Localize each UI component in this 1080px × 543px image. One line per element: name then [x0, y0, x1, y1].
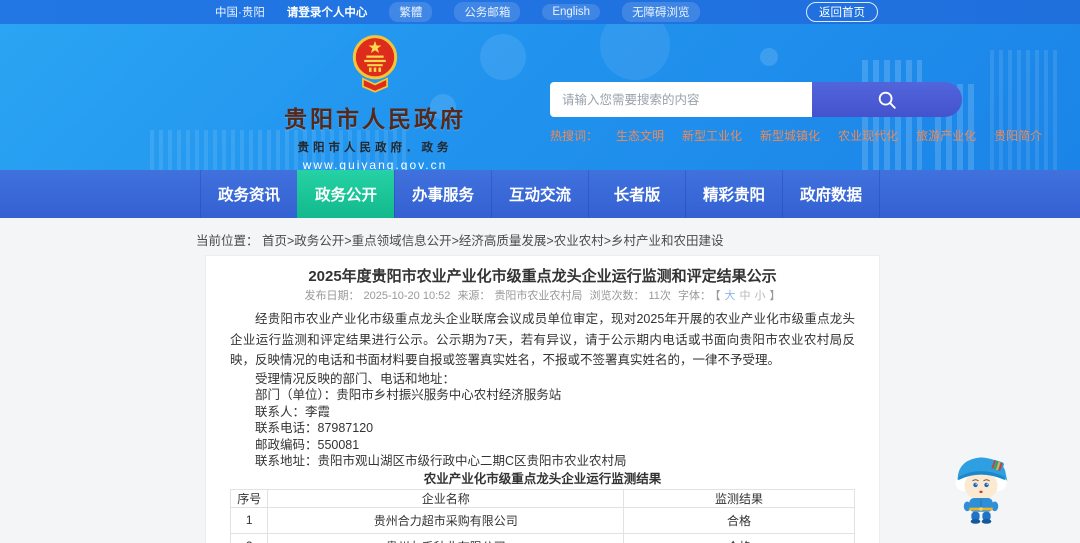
main-nav: 政务资讯 政务公开 办事服务 互动交流 长者版 精彩贵阳 政府数据	[0, 170, 1080, 218]
font-size-small-button[interactable]: 小	[754, 290, 765, 302]
search-input[interactable]	[550, 82, 812, 117]
article-body: 经贵阳市农业产业化市级重点龙头企业联席会议成员单位审定，现对2025年开展的农业…	[229, 309, 855, 543]
bokeh-decoration	[760, 48, 778, 66]
article-paragraph: 邮政编码：550081	[255, 437, 360, 452]
font-bracket: 】	[769, 290, 781, 302]
hot-search-item[interactable]: 贵阳简介	[994, 127, 1042, 144]
topbar: 中国·贵阳 请登录个人中心 繁體 公务邮箱 English 无障碍浏览 返回首页	[0, 0, 1080, 24]
topbar-link-login[interactable]: 请登录个人中心	[287, 4, 368, 20]
table-cell-result: 合格	[623, 532, 855, 543]
article-paragraph: 联系地址：贵阳市观山湖区市级行政中心二期C区贵阳市农业农村局	[255, 454, 627, 468]
back-home-button[interactable]: 返回首页	[806, 2, 878, 22]
city-skyline-decoration	[990, 50, 1060, 170]
breadcrumb-path[interactable]: 首页>政务公开>重点领域信息公开>经济高质量发展>农业农村>乡村产业和农田建设	[262, 234, 724, 248]
publish-date: 2025-10-20 10:52	[363, 290, 451, 302]
bokeh-decoration	[600, 24, 670, 80]
table-header-row: 序号 企业名称 监测结果	[229, 488, 855, 508]
mascot-assistant-button[interactable]	[950, 448, 1012, 526]
national-emblem-icon	[352, 35, 398, 93]
hot-search-item[interactable]: 农业现代化	[838, 127, 898, 144]
nav-tab-senior-version[interactable]: 长者版	[588, 170, 685, 218]
article-card: 2025年度贵阳市农业产业化市级重点龙头企业运行监测和评定结果公示 发布日期： 2…	[205, 255, 880, 543]
topbar-link-english[interactable]: English	[542, 4, 601, 20]
table-cell-index: 1	[229, 506, 269, 534]
nav-tab-gov-info[interactable]: 政务公开	[297, 170, 394, 218]
nav-tab-services[interactable]: 办事服务	[394, 170, 491, 218]
nav-tab-interaction[interactable]: 互动交流	[491, 170, 588, 218]
topbar-link-accessibility[interactable]: 无障碍浏览	[622, 2, 700, 22]
table-header-cell: 监测结果	[623, 488, 855, 508]
font-size-big-button[interactable]: 大	[724, 290, 735, 302]
nav-tab-news[interactable]: 政务资讯	[200, 170, 297, 218]
topbar-links: 中国·贵阳 请登录个人中心 繁體 公务邮箱 English 无障碍浏览	[215, 2, 700, 22]
monitoring-result-table: 序号 企业名称 监测结果 1 贵州合力超市采购有限公司 合格 2 贵州友禾种业有…	[229, 488, 855, 543]
table-caption: 农业产业化市级重点龙头企业运行监测结果	[423, 471, 662, 486]
nav-tab-gov-data[interactable]: 政府数据	[782, 170, 880, 218]
font-size-label: 字体：	[677, 290, 711, 302]
site-url: www.guiyang.gov.cn	[302, 158, 448, 170]
article-paragraph: 联系电话：87987120	[255, 421, 374, 435]
breadcrumb: 当前位置： 首页>政务公开>重点领域信息公开>经济高质量发展>农业农村>乡村产业…	[196, 230, 724, 249]
source-label: 来源：	[457, 290, 491, 302]
topbar-link-official-mail[interactable]: 公务邮箱	[454, 2, 521, 22]
breadcrumb-label: 当前位置：	[196, 234, 259, 248]
table-header-cell: 序号	[229, 488, 269, 508]
hot-search-label: 热搜词：	[550, 129, 599, 143]
topbar-link-traditional[interactable]: 繁體	[389, 2, 433, 22]
article-paragraph: 受理情况反映的部门、电话和地址：	[255, 371, 456, 386]
hot-search-item[interactable]: 生态文明	[616, 127, 664, 144]
hot-search-item[interactable]: 旅游产业化	[916, 127, 976, 144]
page: 中国·贵阳 请登录个人中心 繁體 公务邮箱 English 无障碍浏览 返回首页	[0, 0, 1080, 543]
table-row: 2 贵州友禾种业有限公司 合格	[229, 532, 855, 543]
hot-search-item[interactable]: 新型工业化	[682, 127, 742, 144]
views-label: 浏览次数：	[589, 290, 645, 302]
search-area: 热搜词： 生态文明 新型工业化 新型城镇化 农业现代化 旅游产业化 贵阳简介	[550, 82, 1042, 144]
views-value: 11次	[648, 290, 671, 302]
search-icon	[878, 91, 896, 109]
table-cell-company: 贵州合力超市采购有限公司	[267, 506, 625, 534]
article-title: 2025年度贵阳市农业产业化市级重点龙头企业运行监测和评定结果公示	[308, 268, 777, 285]
source-value: 贵阳市农业农村局	[494, 290, 583, 302]
table-cell-index: 2	[229, 532, 269, 543]
hot-search-item[interactable]: 新型城镇化	[760, 127, 820, 144]
table-header-cell: 企业名称	[267, 488, 625, 508]
article-paragraph: 联系人：李霞	[255, 404, 331, 419]
site-subtitle: 贵阳市人民政府．政务	[297, 142, 453, 154]
table-row: 1 贵州合力超市采购有限公司 合格	[229, 506, 855, 534]
table-cell-result: 合格	[623, 506, 855, 534]
font-bracket: 【	[714, 290, 721, 302]
article-meta: 发布日期： 2025-10-20 10:52 来源： 贵阳市农业农村局 浏览次数： 1…	[230, 290, 855, 303]
hot-search-row: 热搜词： 生态文明 新型工业化 新型城镇化 农业现代化 旅游产业化 贵阳简介	[550, 127, 1042, 144]
search-button[interactable]	[812, 82, 962, 117]
topbar-link-china-guiyang[interactable]: 中国·贵阳	[215, 4, 265, 20]
font-size-mid-button[interactable]: 中	[739, 290, 750, 302]
publish-date-label: 发布日期：	[304, 290, 360, 302]
nav-tab-highlights[interactable]: 精彩贵阳	[685, 170, 782, 218]
article-paragraph: 经贵阳市农业产业化市级重点龙头企业联席会议成员单位审定，现对2025年开展的农业…	[230, 312, 855, 367]
article-paragraph: 部门（单位）：贵阳市乡村振兴服务中心农村经济服务站	[255, 388, 562, 402]
header-banner: 贵阳市人民政府 贵阳市人民政府．政务 www.guiyang.gov.cn 热搜…	[0, 24, 1080, 170]
site-title: 贵阳市人民政府	[284, 106, 466, 132]
table-cell-company: 贵州友禾种业有限公司	[267, 532, 625, 543]
site-brand[interactable]: 贵阳市人民政府 贵阳市人民政府．政务 www.guiyang.gov.cn	[215, 34, 535, 170]
